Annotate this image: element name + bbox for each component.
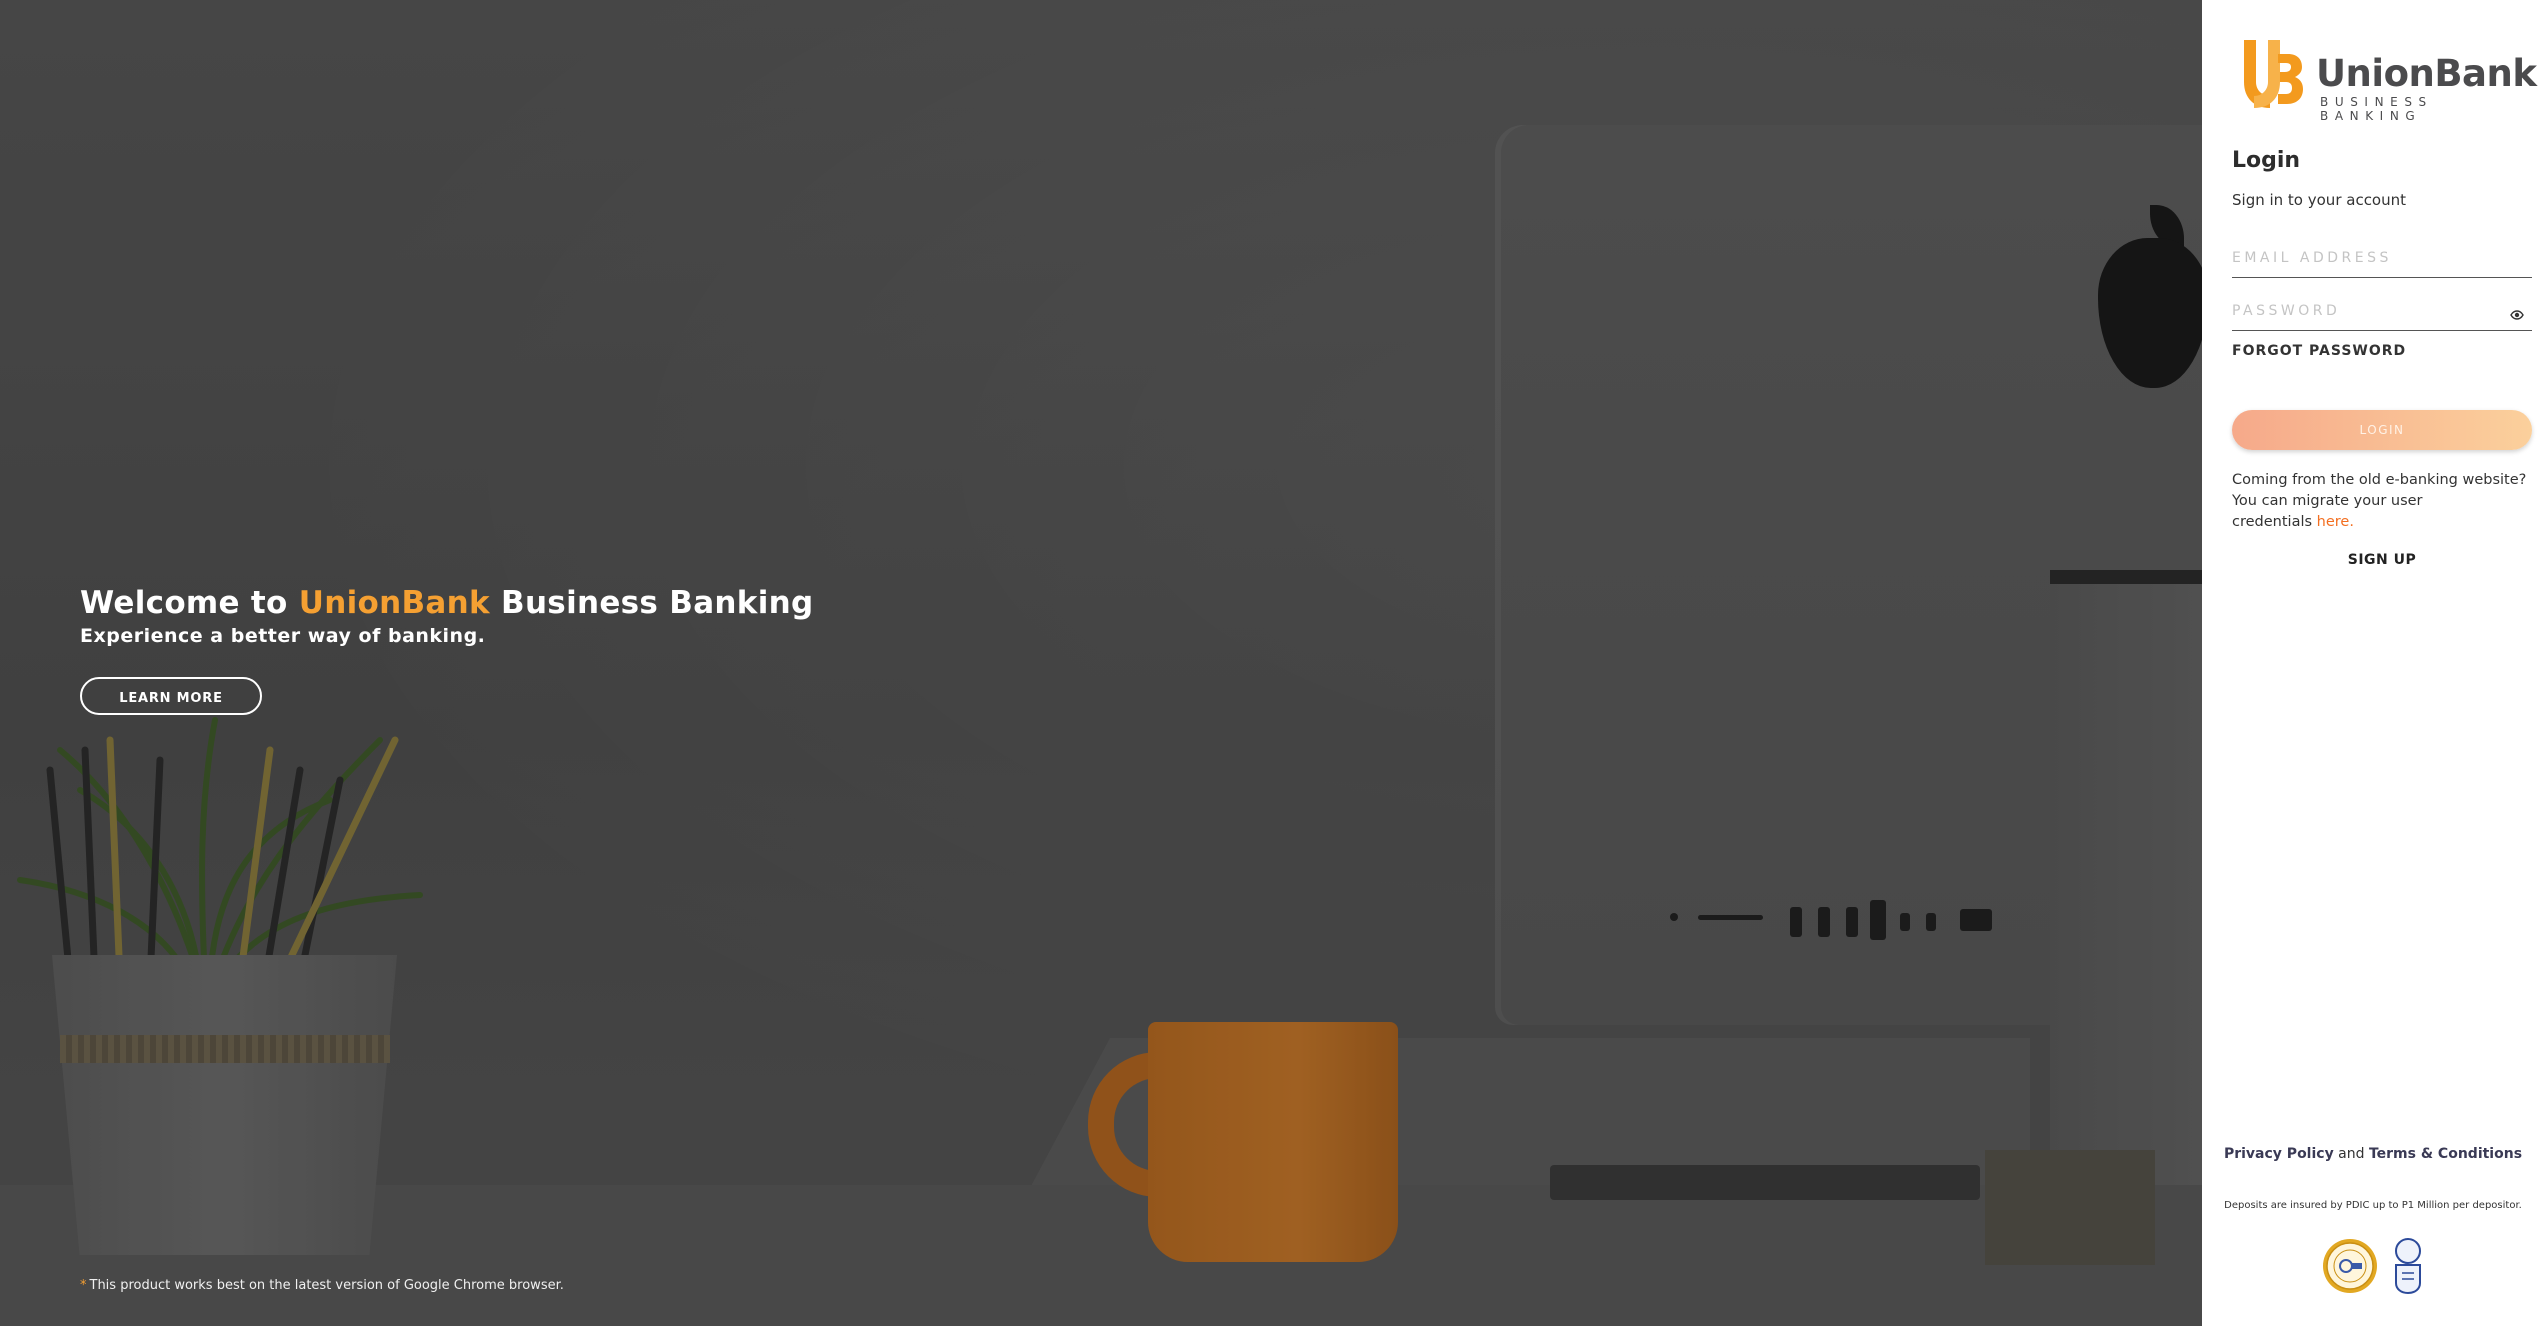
sign-up-link[interactable]: SIGN UP [2232,552,2532,568]
ub-logo-mark-icon [2244,40,2303,108]
forgot-password-link[interactable]: FORGOT PASSWORD [2232,343,2406,359]
email-input[interactable] [2232,243,2502,273]
asterisk-marker: * [80,1278,87,1293]
login-panel: UnionBank BUSINESS BANKING Login Sign in… [2202,0,2544,1326]
login-title: Login [2232,148,2301,173]
hero-subtitle: Experience a better way of banking. [80,625,486,647]
bsp-seal-icon [2395,1238,2421,1295]
login-button[interactable]: LOGIN [2232,410,2532,450]
logo-name: UnionBank [2316,52,2537,95]
hero-title-brand: UnionBank [298,585,490,621]
migrate-notice: Coming from the old e-banking website? Y… [2232,472,2527,530]
privacy-policy-link[interactable]: Privacy Policy [2224,1146,2334,1162]
legal-links: Privacy Policy and Terms & Conditions [2223,1146,2523,1162]
learn-more-button[interactable]: LEARN MORE [80,677,262,715]
pdic-seal-icon [2323,1239,2377,1293]
logo-tagline: BUSINESS BANKING [2320,95,2433,123]
migrate-here-link[interactable]: here [2317,514,2350,530]
login-subtitle: Sign in to your account [2232,191,2407,209]
unionbank-logo[interactable]: UnionBank BUSINESS BANKING [2240,36,2540,123]
pdic-note: Deposits are insured by PDIC up to P1 Mi… [2224,1200,2522,1211]
terms-conditions-link[interactable]: Terms & Conditions [2369,1146,2522,1162]
hero-content: Welcome to UnionBank Business Banking Ex… [80,585,814,715]
email-field-wrapper [2232,243,2532,278]
eye-icon[interactable] [2510,310,2524,320]
browser-note: * This product works best on the latest v… [80,1278,564,1293]
password-input[interactable] [2232,296,2502,326]
password-field-wrapper [2232,296,2532,331]
hero-title: Welcome to UnionBank Business Banking [80,585,814,621]
